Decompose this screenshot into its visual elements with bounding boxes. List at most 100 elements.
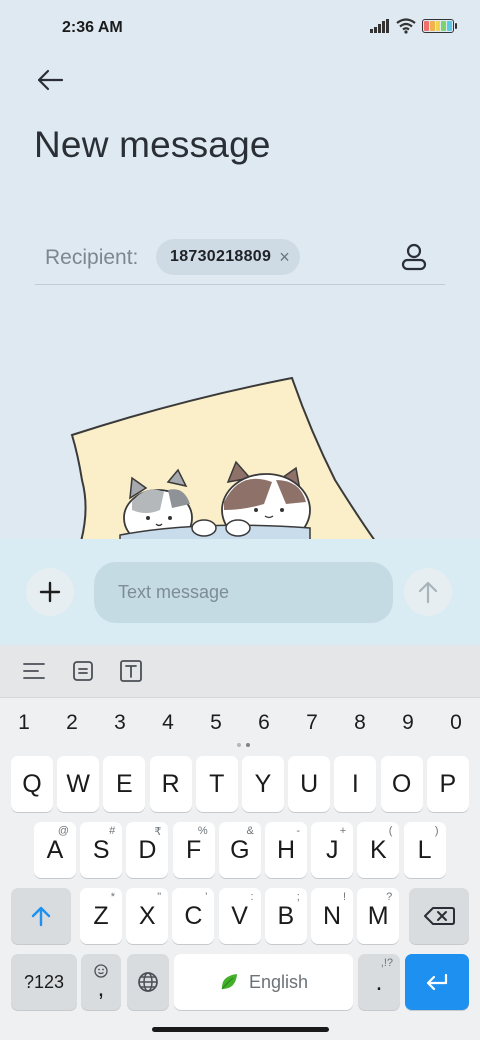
key-k[interactable]: (K (357, 822, 400, 878)
key-hint: ₹ (154, 826, 162, 838)
language-key[interactable] (127, 954, 169, 1010)
page-dots (237, 743, 253, 749)
cats-illustration (60, 370, 390, 540)
key-w[interactable]: W (57, 756, 100, 812)
number-key[interactable]: 9 (388, 703, 428, 743)
key-q[interactable]: Q (11, 756, 53, 812)
signal-icon (370, 19, 389, 33)
key-l[interactable]: ) L (403, 822, 446, 878)
key-label: Y (254, 769, 272, 798)
arrow-up-icon (418, 581, 438, 604)
period-key[interactable]: ,!? . (358, 954, 400, 1010)
key-y[interactable]: Y (242, 756, 284, 812)
key-i[interactable]: I (334, 756, 377, 812)
battery-icon (422, 19, 457, 33)
recipient-row: Recipient: 18730218809 × (35, 234, 445, 285)
key-x[interactable]: " X (126, 888, 169, 944)
key-hint: @ (57, 825, 69, 837)
key-label: K (370, 835, 387, 864)
back-button[interactable] (28, 62, 72, 98)
message-input[interactable] (94, 562, 393, 623)
number-key[interactable]: 2 (52, 703, 92, 743)
key-p[interactable]: P (426, 756, 469, 812)
comma-label: , (97, 975, 105, 1002)
key-z[interactable]: * Z (80, 888, 122, 944)
wifi-icon (396, 18, 416, 34)
menu-lines-icon[interactable] (21, 658, 47, 684)
emoji-comma-key[interactable]: , (81, 954, 121, 1010)
key-u[interactable]: U (288, 756, 331, 812)
clipboard-icon[interactable] (70, 658, 96, 684)
key-m[interactable]: ? M (357, 888, 400, 944)
home-indicator[interactable] (152, 1027, 329, 1032)
number-key[interactable]: 5 (196, 703, 236, 743)
key-hint: + (339, 825, 347, 837)
key-label: B (277, 901, 295, 930)
status-icons (370, 18, 457, 34)
text-format-icon[interactable] (118, 658, 144, 684)
key-hint: ' (205, 891, 208, 903)
key-label: C (184, 901, 203, 930)
shift-key[interactable] (11, 888, 71, 944)
add-attachment-button[interactable] (26, 568, 74, 616)
number-key[interactable]: 7 (292, 703, 332, 743)
enter-key[interactable] (405, 954, 469, 1010)
person-icon (401, 243, 427, 271)
key-n[interactable]: ! N (311, 888, 353, 944)
key-t[interactable]: T (195, 756, 238, 812)
number-key[interactable]: 0 (436, 703, 476, 743)
key-hint: ; (296, 891, 300, 903)
key-h[interactable]: -H (265, 822, 307, 878)
key-v[interactable]: :V (218, 888, 261, 944)
key-label: S (92, 835, 110, 864)
key-s[interactable]: # S (80, 822, 123, 878)
page-title: New message (34, 124, 271, 165)
key-label: X (138, 901, 156, 930)
key-hint: ! (342, 891, 346, 903)
key-o[interactable]: O (380, 756, 423, 812)
space-key[interactable]: English (174, 954, 353, 1010)
key-label: T (209, 769, 225, 798)
cats-pillow-image (70, 376, 376, 540)
key-label: I (351, 769, 359, 798)
globe-icon (138, 972, 158, 992)
key-d[interactable]: ₹ D (126, 822, 169, 878)
number-key[interactable]: 1 (4, 703, 44, 743)
key-g[interactable]: & G (218, 822, 261, 878)
status-bar: 2:36 AM (0, 0, 480, 56)
key-hint: # (109, 825, 116, 837)
key-e[interactable]: E (103, 756, 146, 812)
space-label: English (248, 971, 309, 992)
key-j[interactable]: + J (311, 822, 354, 878)
key-label: M (367, 901, 389, 930)
recipient-chip[interactable]: 18730218809 × (156, 239, 300, 275)
number-key[interactable]: 6 (244, 703, 284, 743)
key-f[interactable]: % F (172, 822, 215, 878)
key-label: Z (93, 901, 109, 930)
symbols-key[interactable]: ?123 (11, 954, 77, 1010)
key-label: E (116, 769, 133, 798)
key-hint: % (197, 825, 208, 837)
key-label: G (230, 835, 250, 864)
key-c[interactable]: ' C (172, 888, 215, 944)
key-hint: " (157, 891, 162, 903)
key-a[interactable]: @ A (34, 822, 76, 878)
number-key[interactable]: 3 (100, 703, 140, 743)
send-button[interactable] (404, 568, 452, 616)
key-label: V (231, 901, 248, 930)
number-row: 1234567890 (0, 703, 480, 743)
key-label: Q (22, 769, 42, 798)
key-b[interactable]: ; B (264, 888, 307, 944)
number-key[interactable]: 8 (340, 703, 380, 743)
contacts-button[interactable] (397, 240, 431, 274)
key-hint: : (250, 891, 254, 903)
arrow-left-icon (37, 69, 64, 91)
number-key[interactable]: 4 (148, 703, 188, 743)
key-label: P (439, 769, 457, 798)
plus-icon (39, 581, 61, 603)
chip-remove-icon[interactable]: × (279, 248, 290, 266)
key-label: J (325, 835, 339, 864)
status-time: 2:36 AM (62, 19, 123, 36)
key-r[interactable]: R (149, 756, 192, 812)
backspace-key[interactable] (409, 888, 469, 944)
